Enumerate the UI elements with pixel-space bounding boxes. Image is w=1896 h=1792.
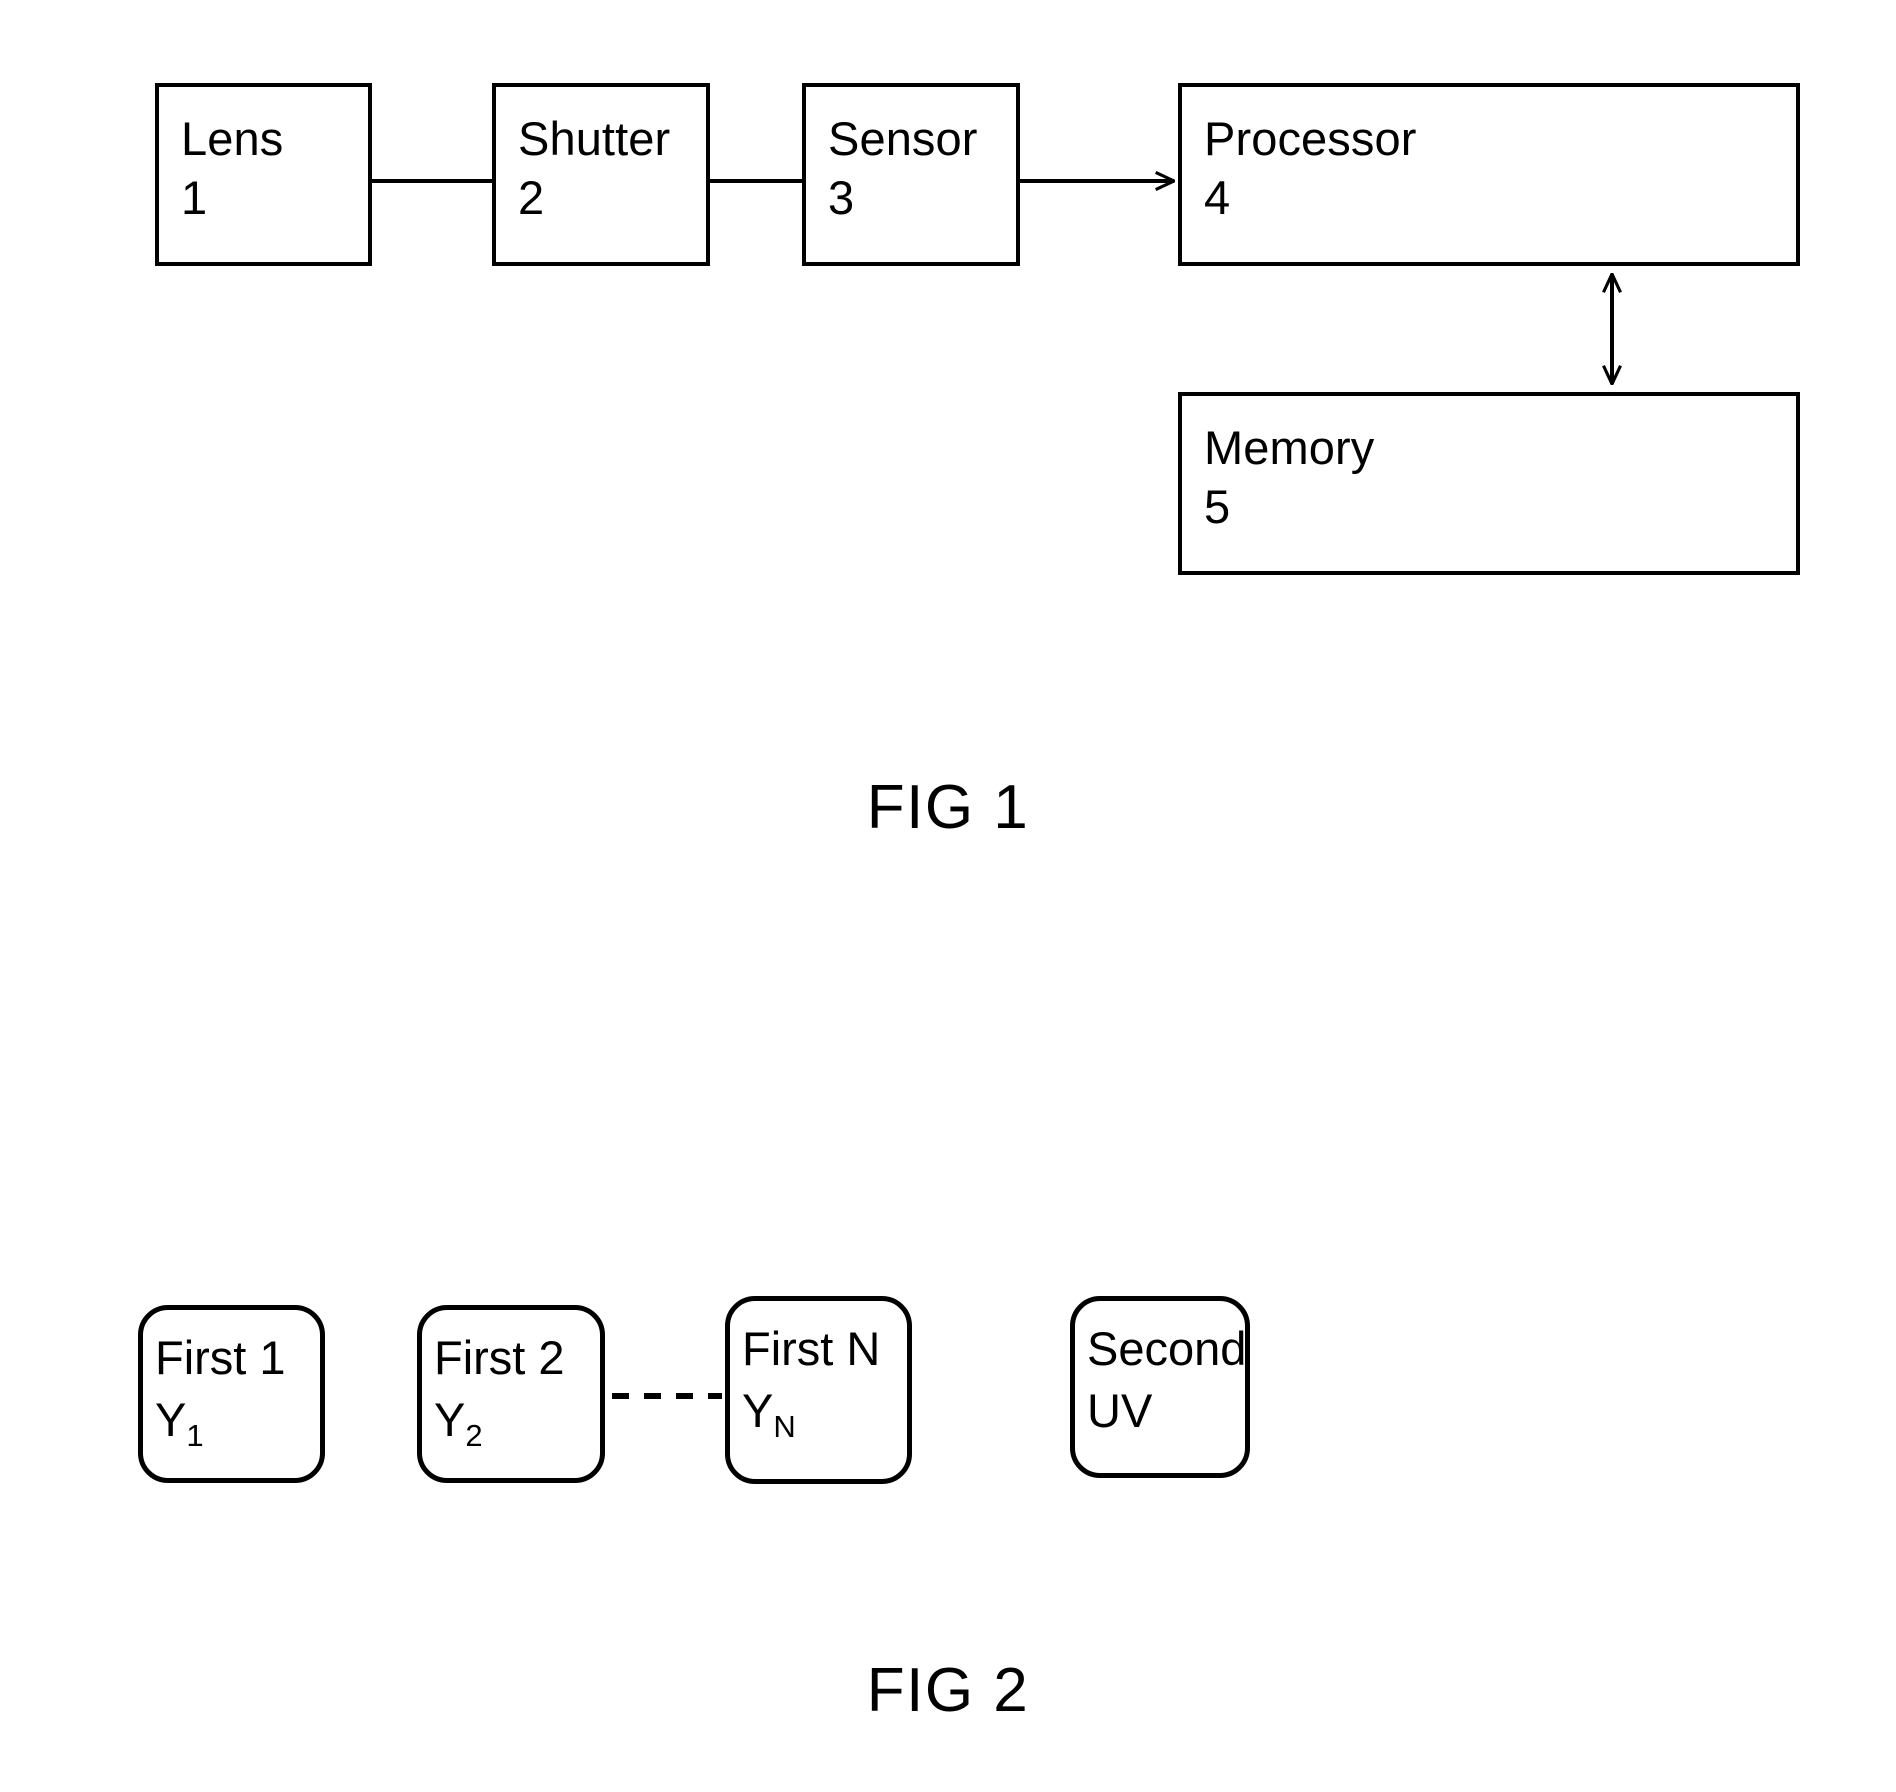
block-second-symbol-base: UV [1087,1384,1153,1437]
block-shutter-ref: 2 [518,171,545,224]
block-first-2-symbol: Y2 [434,1389,600,1451]
patent-figure-sheet: Lens 1 Shutter 2 Sensor 3 Processor 4 Me… [0,0,1896,1792]
block-lens-title: Lens [181,112,284,165]
block-first-1-symbol-subscript: 1 [186,1418,204,1453]
block-first-n-symbol-subscript: N [773,1409,796,1444]
block-sensor-title: Sensor [828,112,978,165]
block-processor: Processor 4 [1178,83,1800,266]
block-first-2-symbol-base: Y [434,1393,466,1446]
block-memory-ref: 5 [1204,480,1231,533]
block-first-n: First N YN [725,1296,912,1484]
block-sensor: Sensor 3 [802,83,1020,266]
block-shutter: Shutter 2 [492,83,710,266]
block-first-2-title: First 2 [434,1331,565,1384]
block-lens: Lens 1 [155,83,372,266]
block-second: Second UV [1070,1296,1250,1478]
block-memory-title: Memory [1204,421,1375,474]
block-sensor-ref: 3 [828,171,855,224]
block-first-n-symbol: YN [742,1380,907,1442]
block-first-1-title: First 1 [155,1331,286,1384]
figure1-caption: FIG 1 [866,773,1030,842]
block-first-n-symbol-base: Y [742,1384,774,1437]
block-first-1-symbol: Y1 [155,1389,320,1451]
block-processor-ref: 4 [1204,171,1231,224]
block-second-symbol: UV [1087,1380,1245,1442]
block-first-n-title: First N [742,1322,881,1375]
block-first-1-symbol-base: Y [155,1393,187,1446]
figure2-caption: FIG 2 [866,1656,1030,1725]
block-processor-title: Processor [1204,112,1417,165]
figure-vector-layer [372,0,1896,1399]
block-lens-ref: 1 [181,171,208,224]
block-first-2: First 2 Y2 [417,1305,605,1483]
block-shutter-title: Shutter [518,112,671,165]
block-memory: Memory 5 [1178,392,1800,575]
block-first-2-symbol-subscript: 2 [465,1418,483,1453]
block-first-1: First 1 Y1 [138,1305,325,1483]
block-second-title: Second [1087,1322,1247,1375]
